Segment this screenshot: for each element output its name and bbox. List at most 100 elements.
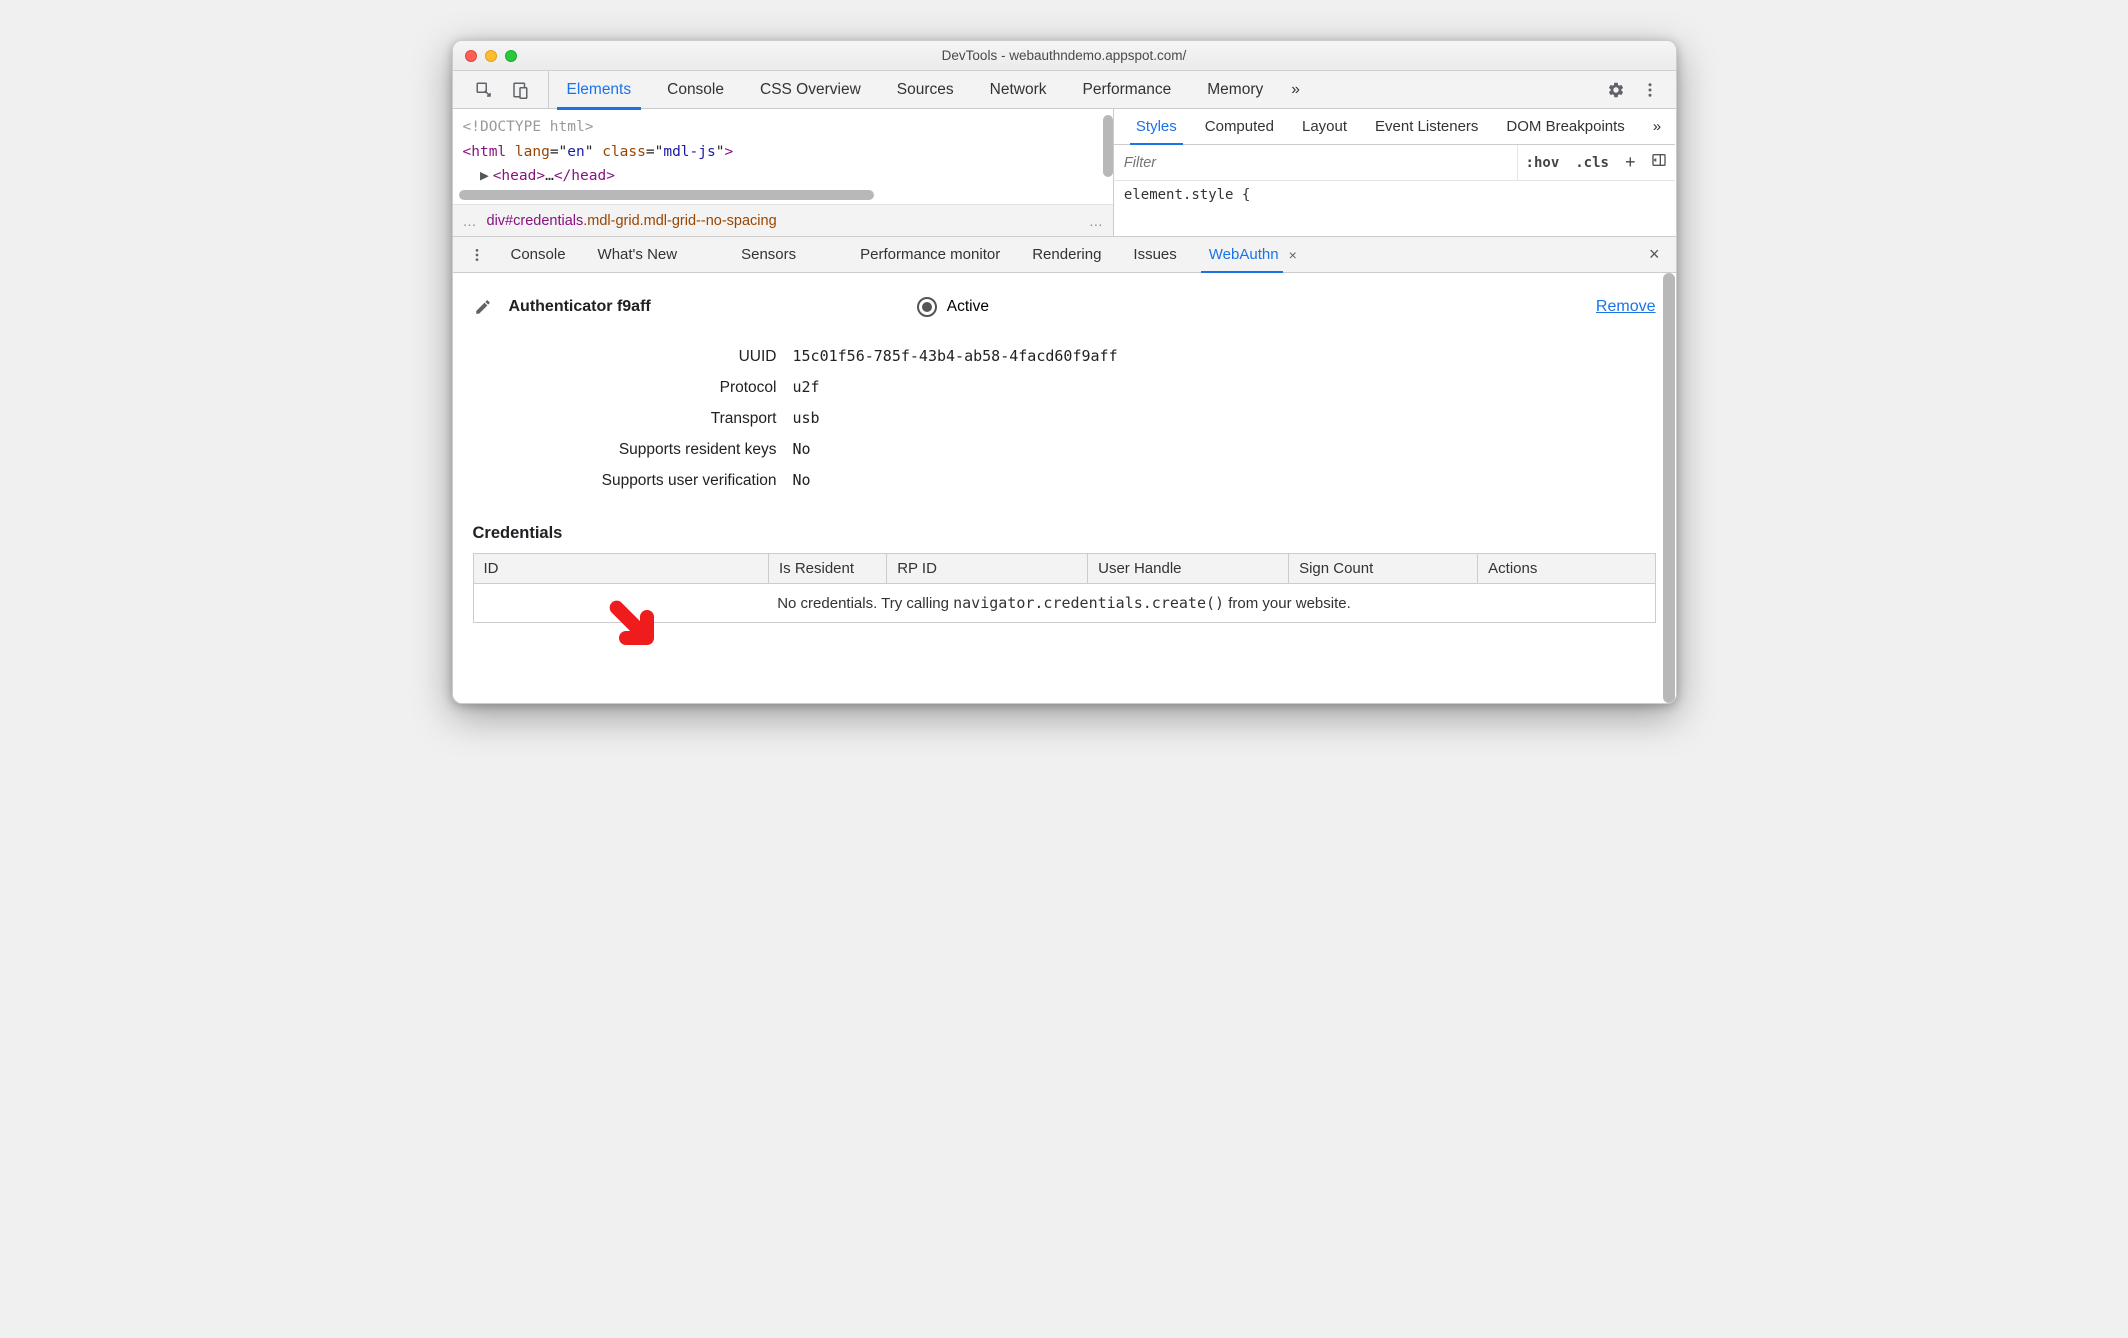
webauthn-panel: Authenticator f9aff Active Remove UUID 1… (453, 273, 1676, 703)
toolbar-right (1590, 71, 1676, 108)
mac-titlebar: DevTools - webauthndemo.appspot.com/ (453, 41, 1676, 71)
empty-code: navigator.credentials.create() (953, 594, 1224, 612)
prop-value: No (793, 440, 811, 458)
drawer-tab-performance-monitor[interactable]: Performance monitor (844, 237, 1016, 272)
empty-suffix: from your website. (1224, 595, 1351, 612)
prop-uuid: UUID 15c01f56-785f-43b4-ab58-4facd60f9af… (473, 341, 1656, 372)
prop-label: Supports resident keys (473, 441, 793, 459)
prop-value: usb (793, 409, 820, 427)
sidebar-toggle-icon[interactable] (1643, 152, 1675, 173)
breadcrumb-right-ellipsis[interactable]: … (1089, 213, 1103, 229)
traffic-lights (465, 50, 517, 62)
authenticator-title: Authenticator f9aff (509, 298, 651, 316)
styles-filter-input[interactable] (1114, 145, 1518, 180)
close-tab-icon[interactable]: × (1289, 247, 1297, 263)
styles-body[interactable]: element.style { (1114, 181, 1676, 209)
active-label: Active (947, 298, 989, 316)
devtools-window: DevTools - webauthndemo.appspot.com/ Ele… (452, 40, 1677, 704)
tab-elements[interactable]: Elements (549, 71, 650, 109)
credentials-heading: Credentials (473, 524, 1656, 543)
remove-authenticator-link[interactable]: Remove (1596, 298, 1656, 316)
tab-sources[interactable]: Sources (879, 71, 972, 109)
styles-tab-event-listeners[interactable]: Event Listeners (1361, 109, 1492, 144)
device-toggle-icon[interactable] (507, 76, 534, 104)
drawer-tab-webauthn-label: WebAuthn (1209, 246, 1279, 263)
settings-gear-icon[interactable] (1602, 76, 1630, 104)
drawer-tab-issues[interactable]: Issues (1117, 237, 1192, 272)
horizontal-scrollbar[interactable] (459, 190, 874, 200)
drawer-tab-console[interactable]: Console (495, 237, 582, 272)
prop-value: 15c01f56-785f-43b4-ab58-4facd60f9aff (793, 347, 1118, 365)
authenticator-header: Authenticator f9aff Active Remove (473, 297, 1656, 317)
new-style-rule-icon[interactable]: + (1617, 152, 1644, 173)
window-title: DevTools - webauthndemo.appspot.com/ (453, 48, 1676, 63)
breadcrumb-left-ellipsis[interactable]: … (463, 213, 477, 229)
prop-label: Protocol (473, 379, 793, 397)
prop-label: UUID (473, 348, 793, 366)
dom-head[interactable]: ▶<head>…</head> (463, 164, 1103, 189)
credentials-table-head: ID Is Resident RP ID User Handle Sign Co… (473, 554, 1655, 584)
styles-tab-dom-breakpoints[interactable]: DOM Breakpoints (1492, 109, 1638, 144)
drawer-tab-webauthn[interactable]: WebAuthn × (1193, 237, 1313, 272)
drawer-tab-bar: Console What's New Sensors Performance m… (453, 237, 1676, 273)
toolbar-left (453, 71, 549, 108)
more-vert-icon[interactable] (1636, 76, 1664, 104)
radio-icon (917, 297, 937, 317)
styles-filter-row: :hov .cls + (1114, 145, 1676, 181)
minimize-window-button[interactable] (485, 50, 497, 62)
col-user-handle[interactable]: User Handle (1088, 554, 1289, 584)
drawer-vertical-scrollbar[interactable] (1663, 273, 1675, 703)
col-sign-count[interactable]: Sign Count (1289, 554, 1478, 584)
styles-tab-computed[interactable]: Computed (1191, 109, 1288, 144)
drawer-tab-whats-new[interactable]: What's New (582, 237, 694, 272)
empty-prefix: No credentials. Try calling (777, 595, 953, 612)
tab-css-overview[interactable]: CSS Overview (742, 71, 879, 109)
prop-value: u2f (793, 378, 820, 396)
main-tabs: Elements Console CSS Overview Sources Ne… (549, 71, 1590, 109)
elements-breadcrumb: … div#credentials.mdl-grid.mdl-grid--no-… (453, 204, 1113, 236)
tab-memory[interactable]: Memory (1189, 71, 1281, 109)
styles-tab-styles[interactable]: Styles (1122, 109, 1191, 144)
prop-label: Transport (473, 410, 793, 428)
col-rp-id[interactable]: RP ID (887, 554, 1088, 584)
col-actions[interactable]: Actions (1478, 554, 1655, 584)
main-tabs-overflow[interactable]: » (1281, 71, 1310, 109)
col-is-resident[interactable]: Is Resident (769, 554, 887, 584)
drawer-tab-rendering[interactable]: Rendering (1016, 237, 1117, 272)
close-window-button[interactable] (465, 50, 477, 62)
breadcrumb-item[interactable]: div#credentials.mdl-grid.mdl-grid--no-sp… (487, 213, 777, 229)
drawer-close-icon[interactable]: × (1639, 244, 1670, 265)
maximize-window-button[interactable] (505, 50, 517, 62)
annotation-arrow-icon (605, 596, 661, 657)
styles-tabs-overflow[interactable]: » (1645, 109, 1669, 144)
inspect-element-icon[interactable] (471, 76, 498, 104)
expand-caret-icon[interactable]: ▶ (480, 168, 493, 184)
vertical-scrollbar-thumb[interactable] (1103, 115, 1113, 177)
prop-label: Supports user verification (473, 472, 793, 490)
dom-html-open[interactable]: <html lang="en" class="mdl-js"> (463, 140, 1103, 165)
tab-network[interactable]: Network (972, 71, 1065, 109)
tab-performance[interactable]: Performance (1065, 71, 1190, 109)
prop-transport: Transport usb (473, 403, 1656, 434)
prop-user-verification: Supports user verification No (473, 465, 1656, 496)
edit-pencil-icon[interactable] (473, 297, 493, 317)
styles-tab-bar: Styles Computed Layout Event Listeners D… (1114, 109, 1676, 145)
drawer-more-icon[interactable] (459, 247, 495, 263)
authenticator-properties: UUID 15c01f56-785f-43b4-ab58-4facd60f9af… (473, 341, 1656, 496)
active-radio[interactable]: Active (917, 297, 989, 317)
elements-dom-pane[interactable]: <!DOCTYPE html> <html lang="en" class="m… (453, 109, 1113, 236)
dom-tree[interactable]: <!DOCTYPE html> <html lang="en" class="m… (453, 109, 1113, 191)
dom-doctype[interactable]: <!DOCTYPE html> (463, 115, 1103, 140)
styles-tab-layout[interactable]: Layout (1288, 109, 1361, 144)
col-id[interactable]: ID (473, 554, 769, 584)
main-tab-bar: Elements Console CSS Overview Sources Ne… (453, 71, 1676, 109)
tab-console[interactable]: Console (649, 71, 742, 109)
prop-protocol: Protocol u2f (473, 372, 1656, 403)
prop-resident-keys: Supports resident keys No (473, 434, 1656, 465)
cls-button[interactable]: .cls (1567, 145, 1617, 180)
elements-split: <!DOCTYPE html> <html lang="en" class="m… (453, 109, 1676, 237)
prop-value: No (793, 471, 811, 489)
drawer-tab-sensors[interactable]: Sensors (725, 237, 812, 272)
scrollbar-thumb[interactable] (1663, 273, 1675, 703)
hov-button[interactable]: :hov (1518, 145, 1568, 180)
